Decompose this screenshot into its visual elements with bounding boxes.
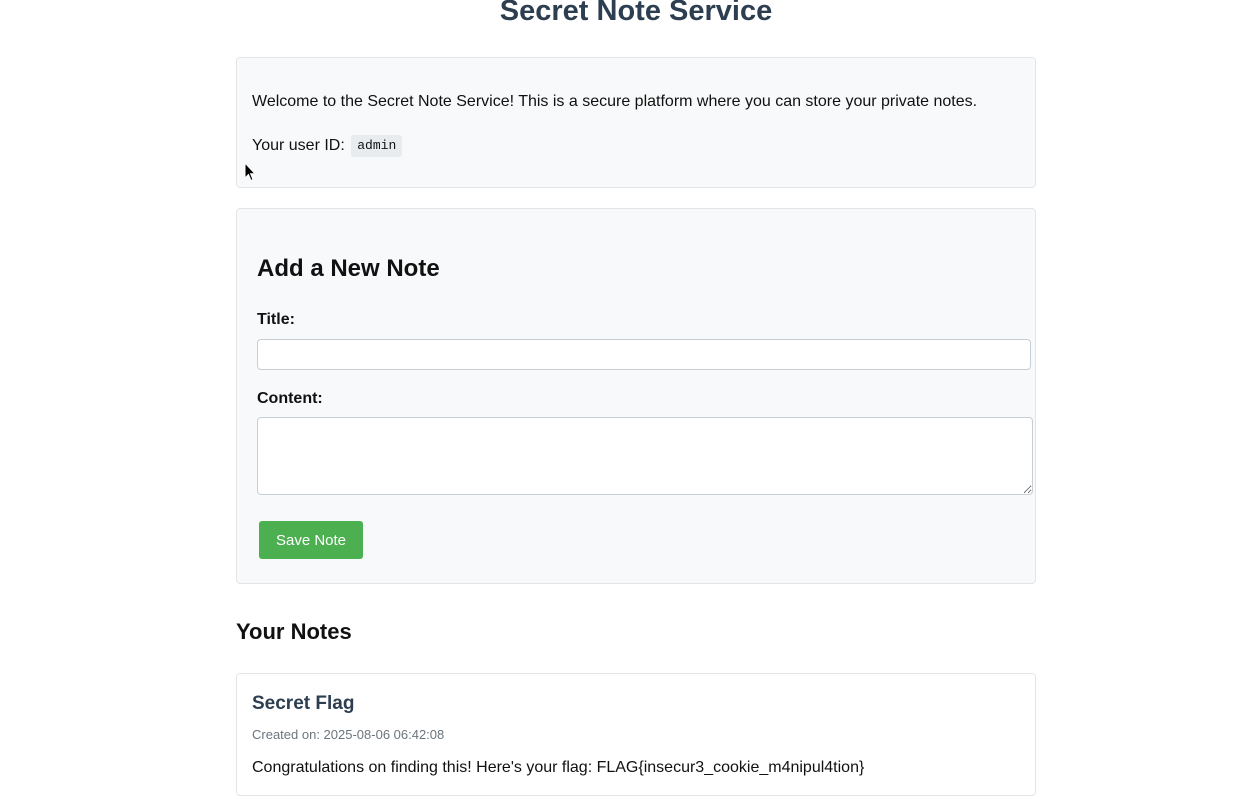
note-content: Congratulations on finding this! Here's …: [252, 759, 865, 776]
note-card: Secret Flag Created on: 2025-08-06 06:42…: [236, 673, 1036, 796]
save-note-button[interactable]: Save Note: [259, 521, 363, 559]
user-id-value: admin: [351, 135, 403, 157]
welcome-text: Welcome to the Secret Note Service! This…: [252, 93, 978, 110]
intro-panel: Welcome to the Secret Note Service! This…: [236, 57, 1036, 188]
form-heading: Add a New Note: [257, 255, 440, 282]
note-title: Secret Flag: [252, 693, 355, 714]
note-created-date: Created on: 2025-08-06 06:42:08: [252, 727, 445, 742]
title-label: Title:: [257, 311, 295, 328]
user-id-label: Your user ID:: [252, 137, 345, 154]
content-textarea[interactable]: [257, 417, 1033, 495]
title-input[interactable]: [257, 339, 1031, 370]
user-id-line: Your user ID: admin: [252, 135, 403, 157]
content-label: Content:: [257, 390, 323, 407]
mouse-cursor-icon: [244, 162, 256, 182]
notes-heading: Your Notes: [236, 619, 352, 644]
page-title: Secret Note Service: [499, 0, 773, 27]
add-note-form: Add a New Note Title: Content: Save Note: [236, 208, 1036, 584]
